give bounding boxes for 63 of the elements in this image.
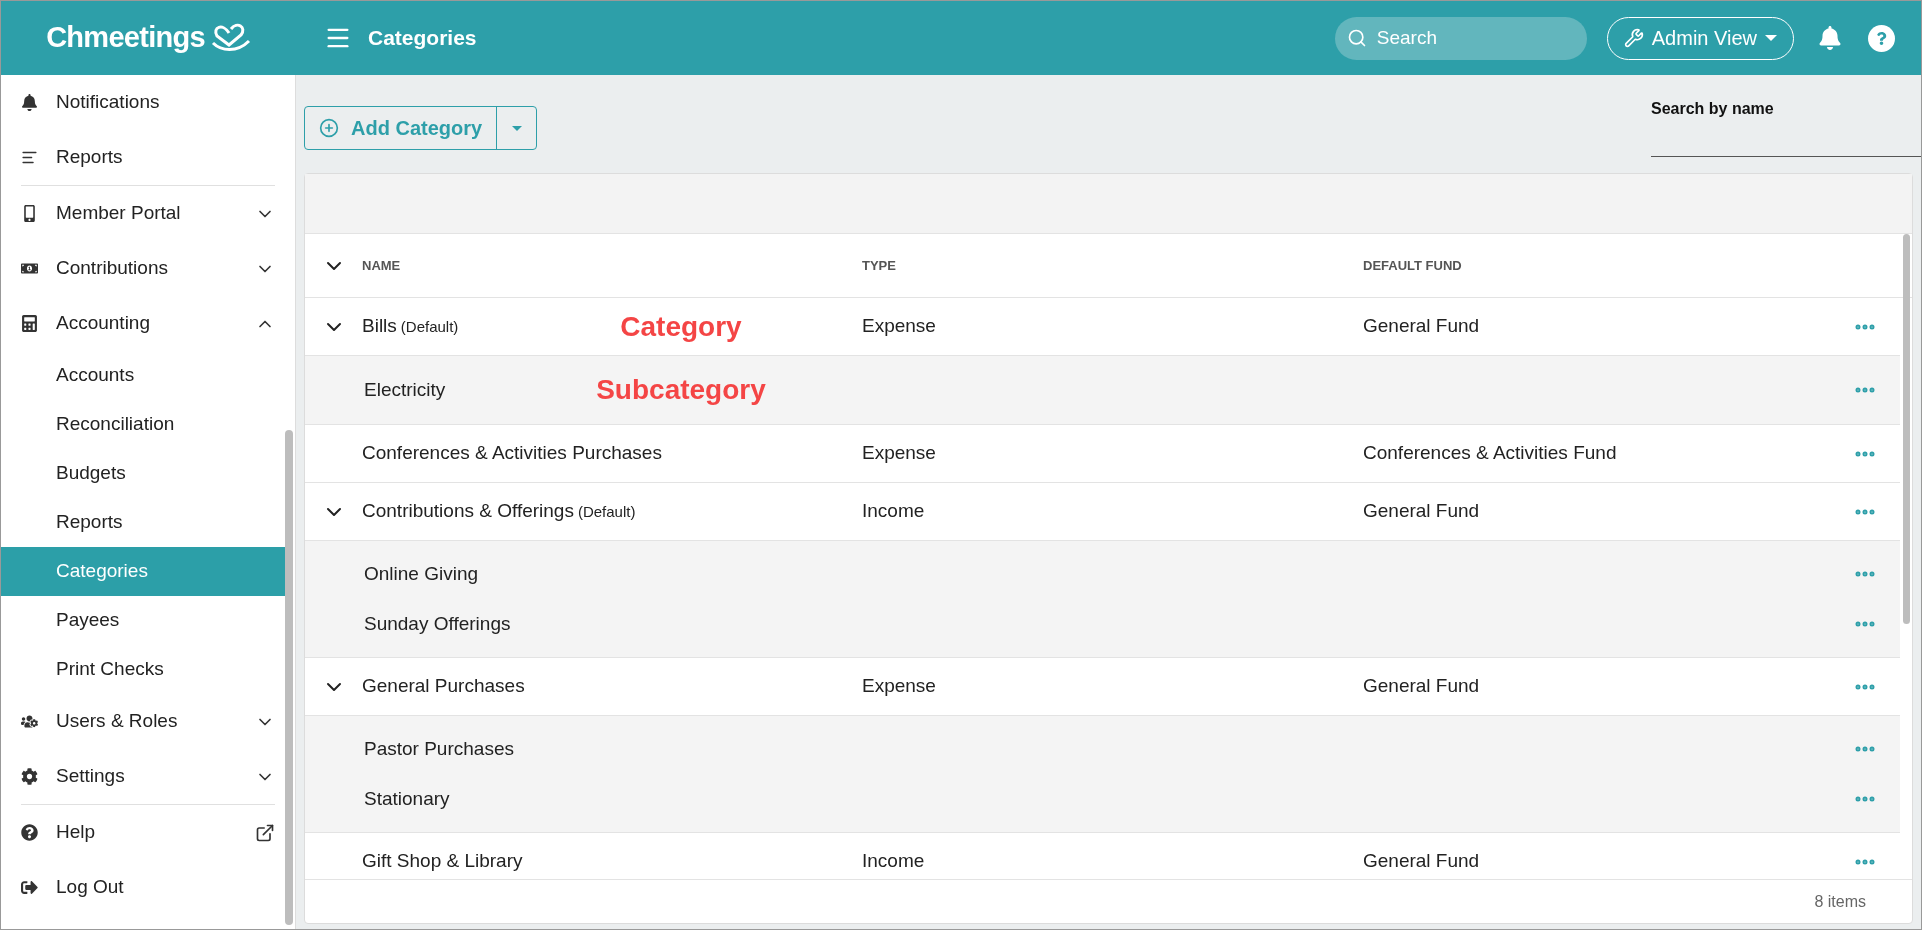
search-field[interactable]: Search <box>1334 16 1587 60</box>
subcategory-name: Online Giving <box>364 562 479 584</box>
category-name: Gift Shop & Library <box>362 849 523 874</box>
column-header[interactable]: NAME <box>362 257 401 273</box>
subcategory-name: Sunday Offerings <box>364 612 511 634</box>
sidebar-item[interactable]: Users & Roles <box>21 694 275 749</box>
search-icon <box>1346 27 1367 48</box>
type-cell: Income <box>862 500 925 522</box>
fund-cell: General Fund <box>1363 315 1480 337</box>
calculator-icon <box>21 315 38 332</box>
default-tag: (Default) <box>577 501 636 524</box>
column-header[interactable]: DEFAULT FUND <box>1363 257 1462 273</box>
help-icon[interactable] <box>1868 24 1895 52</box>
settings-icon <box>21 768 38 785</box>
bell-icon <box>21 94 38 111</box>
type-cell: Expense <box>862 315 936 337</box>
fund-cell: Conferences & Activities Fund <box>1363 442 1617 464</box>
phone-icon <box>21 205 38 222</box>
annotation-label: Category <box>620 309 742 344</box>
fund-cell: General Fund <box>1363 675 1480 697</box>
sidebar-subitem[interactable]: Print Checks <box>1 645 286 694</box>
sidebar-item[interactable]: Log Out <box>21 860 275 915</box>
type-cell: Expense <box>862 675 936 697</box>
sidebar-item[interactable]: Contributions <box>21 241 275 296</box>
sidebar-subitem[interactable]: Payees <box>1 596 286 645</box>
tools-icon <box>1623 28 1644 48</box>
subcategory-name: Pastor Purchases <box>364 737 514 759</box>
page-title: Categories <box>368 25 477 52</box>
bell-icon[interactable] <box>1818 26 1842 50</box>
sidebar-item[interactable]: Help <box>21 805 275 860</box>
caret-icon <box>511 125 522 131</box>
category-name: General Purchases <box>362 674 525 699</box>
subcategory-name: Stationary <box>364 787 450 809</box>
category-name: Contributions & Offerings <box>362 499 574 524</box>
default-tag: (Default) <box>400 316 459 339</box>
banknote-icon <box>21 260 38 277</box>
item-count: 8 items <box>1814 891 1866 912</box>
sidebar-item[interactable]: Notifications <box>21 75 275 130</box>
sidebar-subitem[interactable]: Reports <box>1 498 286 547</box>
help-icon <box>21 824 38 841</box>
logo-text: Chmeetings <box>46 20 205 56</box>
sidebar-item[interactable]: Reports <box>21 130 275 185</box>
plus-icon <box>319 118 339 138</box>
fund-cell: General Fund <box>1363 850 1480 872</box>
sidebar-subitem[interactable]: Reconciliation <box>1 400 286 449</box>
type-cell: Expense <box>862 442 936 464</box>
sidebar-subitem[interactable]: Accounts <box>1 351 286 400</box>
caret-icon <box>1765 35 1777 41</box>
sidebar-item[interactable]: Member Portal <box>21 186 275 241</box>
sidebar-item[interactable]: Accounting <box>21 296 275 351</box>
column-header[interactable]: TYPE <box>862 257 896 273</box>
sidebar-item[interactable]: Settings <box>21 749 275 804</box>
category-name: Bills <box>362 314 397 339</box>
exit-icon <box>21 879 38 896</box>
category-name: Conferences & Activities Purchases <box>362 441 662 466</box>
type-cell: Income <box>862 850 925 872</box>
annotation-label: Subcategory <box>596 373 766 407</box>
fund-cell: General Fund <box>1363 500 1480 522</box>
subcategory-name: Electricity <box>364 378 446 400</box>
sidebar-subitem[interactable]: Budgets <box>1 449 286 498</box>
name-search-field[interactable]: Search by name <box>1651 97 1921 157</box>
list-icon <box>21 149 38 166</box>
users-gear-icon <box>21 713 38 730</box>
